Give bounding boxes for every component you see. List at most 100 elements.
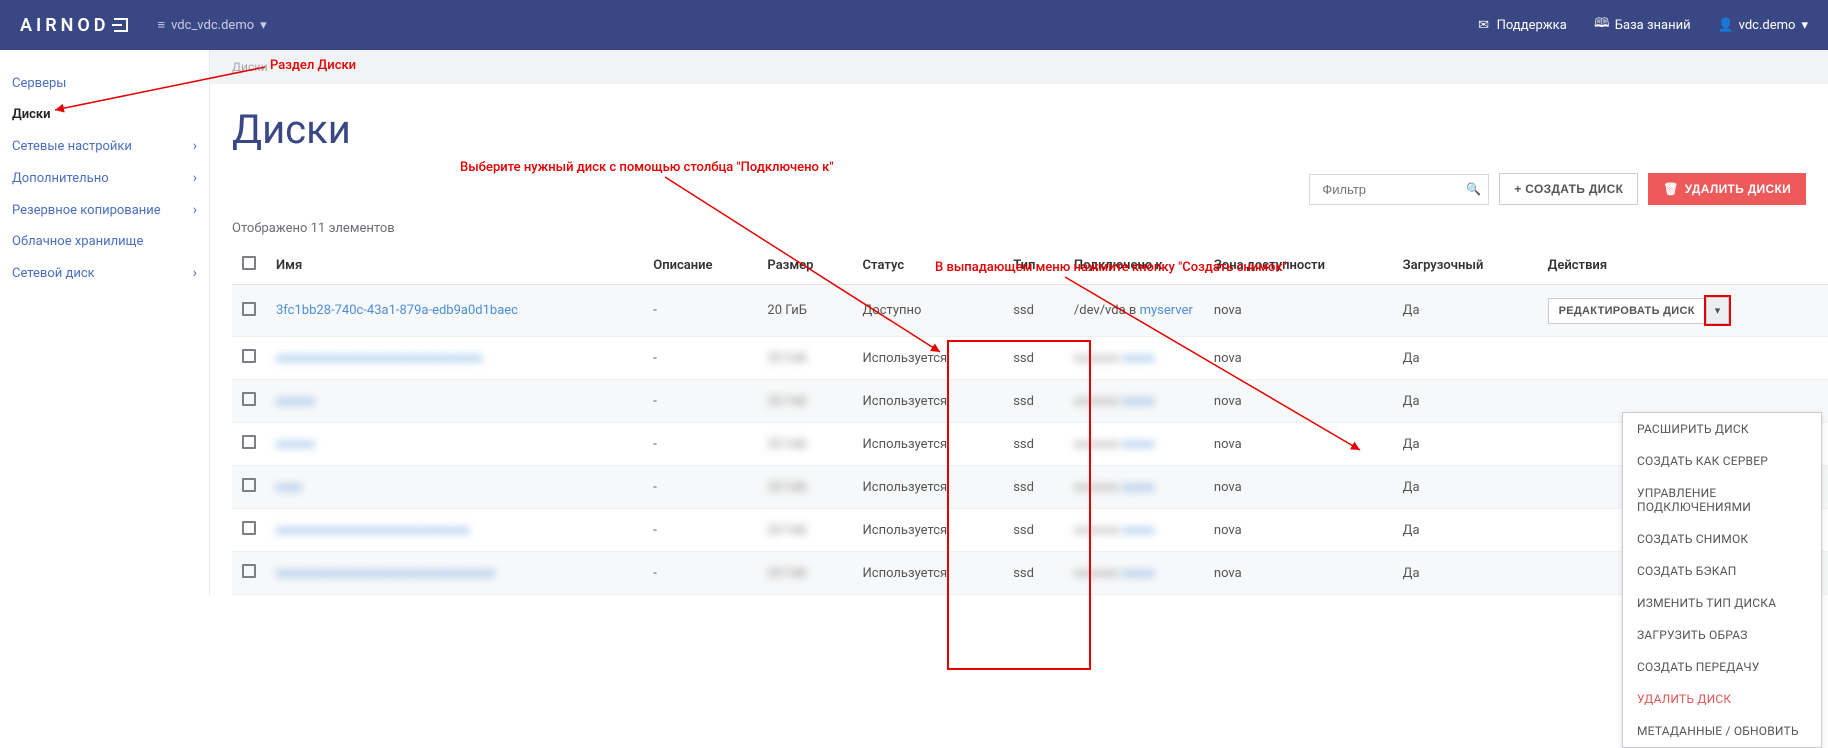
dropdown-item-4[interactable]: СОЗДАТЬ БЭКАП: [1623, 555, 1821, 587]
cell-desc: -: [643, 423, 757, 466]
nav-user[interactable]: 👤 vdc.demo ▾: [1719, 18, 1808, 33]
attached-server-link[interactable]: xxxxx: [1122, 394, 1154, 409]
table-row: 3fc1bb28-740c-43a1-879a-edb9a0d1baec -20 …: [232, 285, 1828, 337]
attached-server-link[interactable]: myserver: [1140, 303, 1193, 318]
disk-name-link[interactable]: xxxxxxxxxxxxxxxxxxxxxxxxxxxxxxxxxx: [276, 566, 495, 581]
dropdown-item-9[interactable]: МЕТАДАННЫЕ / ОБНОВИТЬ: [1623, 715, 1821, 747]
sidebar-item-label: Резервное копирование: [12, 203, 161, 218]
row-checkbox[interactable]: [242, 392, 256, 406]
col-status[interactable]: Статус: [853, 246, 1004, 285]
cell-type: ssd: [1003, 285, 1064, 337]
sidebar-item-label: Диски: [12, 107, 51, 122]
caret-down-icon: ▾: [1801, 18, 1808, 33]
disk-name-link[interactable]: xxxxxx: [276, 437, 315, 452]
col-size[interactable]: Размер: [757, 246, 852, 285]
attached-prefix: xxxxxxx: [1074, 566, 1122, 581]
hamburger-icon: ≡: [158, 17, 166, 33]
dropdown-item-6[interactable]: ЗАГРУЗИТЬ ОБРАЗ: [1623, 619, 1821, 651]
dropdown-item-5[interactable]: ИЗМЕНИТЬ ТИП ДИСКА: [1623, 587, 1821, 619]
nav-kb[interactable]: 🕮 База знаний: [1595, 18, 1691, 33]
cell-desc: -: [643, 337, 757, 380]
nav-support[interactable]: ✉ Поддержка: [1477, 18, 1567, 33]
row-checkbox[interactable]: [242, 349, 256, 363]
sidebar-item-1[interactable]: Диски: [0, 99, 209, 130]
attached-prefix: xxxxxxx: [1074, 394, 1122, 409]
dropdown-item-8[interactable]: УДАЛИТЬ ДИСК: [1623, 683, 1821, 715]
cell-type: ssd: [1003, 466, 1064, 509]
cell-desc: -: [643, 466, 757, 509]
page-title: Диски: [210, 84, 1828, 163]
attached-prefix: xxxxxxx: [1074, 523, 1122, 538]
col-attached[interactable]: Подключено к: [1064, 246, 1204, 285]
cell-attached: xxxxxxx xxxxx: [1064, 509, 1204, 552]
sidebar-item-2[interactable]: Сетевые настройки›: [0, 130, 209, 162]
row-checkbox[interactable]: [242, 564, 256, 578]
disk-name-link[interactable]: 3fc1bb28-740c-43a1-879a-edb9a0d1baec: [276, 303, 518, 318]
cell-status: Используется: [853, 423, 1004, 466]
cell-size: 20 ГиБ: [757, 466, 852, 509]
cell-status: Используется: [853, 466, 1004, 509]
disk-name-link[interactable]: xxxxxx: [276, 394, 315, 409]
disk-name-link[interactable]: xxxxxxxxxxxxxxxxxxxxxxxxxxxxxxxx: [276, 351, 482, 366]
col-name[interactable]: Имя: [266, 246, 643, 285]
top-navbar: AIRNOD ≡ vdc_vdc.demo ▾ ✉ Поддержка 🕮 Ба…: [0, 0, 1828, 50]
cell-zone: nova: [1204, 466, 1393, 509]
cell-size: 20 ГиБ: [757, 337, 852, 380]
attached-server-link[interactable]: xxxxx: [1122, 351, 1154, 366]
attached-server-link[interactable]: xxxxx: [1122, 437, 1154, 452]
search-icon: 🔍: [1466, 182, 1481, 196]
row-checkbox[interactable]: [242, 478, 256, 492]
cell-type: ssd: [1003, 380, 1064, 423]
attached-prefix: xxxxxxx: [1074, 437, 1122, 452]
cell-zone: nova: [1204, 285, 1393, 337]
row-checkbox[interactable]: [242, 302, 256, 316]
col-desc[interactable]: Описание: [643, 246, 757, 285]
sidebar-item-3[interactable]: Дополнительно ›: [0, 162, 209, 194]
select-all-checkbox[interactable]: [242, 256, 256, 270]
sidebar-item-6[interactable]: Сетевой диск›: [0, 257, 209, 289]
caret-down-icon: ▾: [260, 18, 267, 33]
dropdown-item-7[interactable]: СОЗДАТЬ ПЕРЕДАЧУ: [1623, 651, 1821, 683]
edit-disk-button[interactable]: РЕДАКТИРОВАТЬ ДИСК: [1548, 298, 1706, 324]
cell-boot: Да: [1393, 509, 1538, 552]
count-label: Отображено 11 элементов: [210, 215, 1828, 246]
chevron-right-icon: ›: [193, 202, 197, 218]
chevron-right-icon: ›: [193, 170, 197, 186]
dropdown-item-2[interactable]: УПРАВЛЕНИЕ ПОДКЛЮЧЕНИЯМИ: [1623, 477, 1821, 523]
sidebar-item-5[interactable]: Облачное хранилище: [0, 226, 209, 257]
cell-boot: Да: [1393, 337, 1538, 380]
cell-zone: nova: [1204, 552, 1393, 595]
sidebar-item-label: Сетевой диск: [12, 266, 95, 281]
attached-server-link[interactable]: xxxxx: [1122, 523, 1154, 538]
disk-name-link[interactable]: xxxxxxxxxxxxxxxxxxxxxxxxxxxxxx: [276, 523, 469, 538]
sidebar-item-0[interactable]: Серверы: [0, 68, 209, 99]
chevron-right-icon: ›: [193, 138, 197, 154]
col-boot[interactable]: Загрузочный: [1393, 246, 1538, 285]
delete-disks-button[interactable]: 🗑 УДАЛИТЬ ДИСКИ: [1648, 173, 1806, 205]
table-row: xxxxxxxxxxxxxxxxxxxxxxxxxxxxxx-20 ГиБИсп…: [232, 509, 1828, 552]
dropdown-item-1[interactable]: СОЗДАТЬ КАК СЕРВЕР: [1623, 445, 1821, 477]
disk-name-link[interactable]: xxxx: [276, 480, 302, 495]
filter-input[interactable]: [1309, 174, 1489, 205]
project-selector[interactable]: ≡ vdc_vdc.demo ▾: [158, 17, 267, 33]
cell-desc: -: [643, 285, 757, 337]
sidebar-item-label: Дополнительно: [12, 171, 109, 186]
create-disk-button[interactable]: + СОЗДАТЬ ДИСК: [1499, 173, 1638, 205]
cell-size: 20 ГиБ: [757, 285, 852, 337]
attached-server-link[interactable]: xxxxx: [1122, 566, 1154, 581]
dropdown-item-0[interactable]: РАСШИРИТЬ ДИСК: [1623, 413, 1821, 445]
cell-status: Используется: [853, 552, 1004, 595]
row-checkbox[interactable]: [242, 435, 256, 449]
attached-server-link[interactable]: xxxxx: [1122, 480, 1154, 495]
cell-size: 20 ГиБ: [757, 552, 852, 595]
col-type[interactable]: Тип: [1003, 246, 1064, 285]
logo-text: AIRNOD: [20, 15, 110, 36]
dropdown-item-3[interactable]: СОЗДАТЬ СНИМОК: [1623, 523, 1821, 555]
content-area: Диски Диски Раздел Диски Выберите нужный…: [210, 50, 1828, 595]
actions-caret-button[interactable]: ▾: [1706, 297, 1730, 324]
logo-e-icon: [114, 18, 128, 32]
sidebar-item-4[interactable]: Резервное копирование ›: [0, 194, 209, 226]
row-checkbox[interactable]: [242, 521, 256, 535]
logo: AIRNOD: [20, 15, 128, 36]
col-zone[interactable]: Зона доступности: [1204, 246, 1393, 285]
